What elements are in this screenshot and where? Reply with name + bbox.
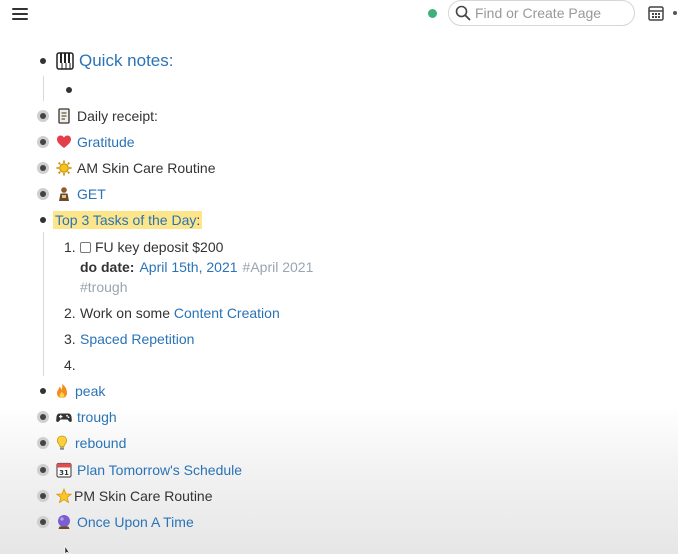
once-upon-a-time-link[interactable]: Once Upon A Time [77,514,194,530]
empty-bullet[interactable] [66,87,72,93]
peak-link[interactable]: peak [75,383,105,399]
block-once-upon-a-time[interactable]: Once Upon A Time [56,512,194,532]
block-plan-tomorrow[interactable]: 31 Plan Tomorrow's Schedule [56,460,242,480]
block-quick-notes[interactable]: Quick notes: [56,50,174,72]
do-date-row: do date: April 15th, 2021 #April 2021 [80,257,313,277]
star-icon [56,488,72,504]
piano-keys-icon [56,52,74,70]
pm-skin-care-label: PM Skin Care Routine [74,488,213,504]
trough-link[interactable]: trough [77,409,117,425]
task-number: 3. [64,331,76,347]
search-input[interactable] [475,4,625,22]
tag-april-2021[interactable]: #April 2021 [243,259,314,275]
rebound-link[interactable]: rebound [75,435,126,451]
svg-text:31: 31 [59,469,69,477]
bullet[interactable] [40,217,46,223]
top-3-tasks-highlight[interactable]: Top 3 Tasks of the Day: [53,211,203,229]
collapsed-bullet[interactable] [37,411,49,423]
block-trough[interactable]: trough [56,407,117,427]
task-number: 4. [64,357,76,373]
bullet[interactable] [40,58,46,64]
indent-guide [43,232,44,376]
task-text: FU key deposit $200 [95,239,224,255]
block-rebound[interactable]: rebound [54,433,126,453]
crystal-ball-icon [58,515,70,529]
spaced-repetition-link[interactable]: Spaced Repetition [80,331,194,347]
block-am-skin-care[interactable]: AM Skin Care Routine [56,158,216,178]
collapsed-bullet[interactable] [37,490,49,502]
tag-trough[interactable]: #trough [80,279,127,295]
block-daily-receipt[interactable]: Daily receipt: [56,106,158,126]
collapsed-bullet[interactable] [37,516,49,528]
do-date-link[interactable]: April 15th, 2021 [139,259,237,275]
am-skin-care-label: AM Skin Care Routine [77,160,216,176]
indent-guide [43,76,44,101]
collapsed-bullet[interactable] [37,437,49,449]
calendar-icon: 31 [56,462,72,478]
task-number: 1. [64,239,76,255]
task-item-1[interactable]: 1. FU key deposit $200 [64,237,223,257]
sun-icon [56,160,72,176]
game-controller-icon [56,413,72,423]
plan-tomorrow-link[interactable]: Plan Tomorrow's Schedule [77,462,242,478]
mouse-cursor-icon [64,546,71,554]
daily-receipt-label: Daily receipt: [77,108,158,124]
collapsed-bullet[interactable] [37,136,49,148]
quick-notes-heading[interactable]: Quick notes: [79,51,174,71]
todo-checkbox[interactable] [80,241,91,253]
get-link[interactable]: GET [77,186,106,202]
collapsed-bullet[interactable] [37,162,49,174]
block-gratitude[interactable]: Gratitude [56,132,135,152]
collapsed-bullet[interactable] [37,110,49,122]
collapsed-bullet[interactable] [37,464,49,476]
gratitude-link[interactable]: Gratitude [77,134,135,150]
top-3-tasks-colon: : [196,212,201,228]
task-number: 2. [64,305,76,321]
scroll-icon [58,108,70,124]
task-item-3[interactable]: 3. Spaced Repetition [64,329,194,349]
more-options-icon[interactable] [673,11,677,15]
task-item-2[interactable]: 2. Work on some Content Creation [64,303,280,323]
collapsed-bullet[interactable] [37,188,49,200]
block-peak[interactable]: peak [54,381,105,401]
do-date-label: do date: [80,259,135,275]
block-pm-skin-care[interactable]: PM Skin Care Routine [56,486,213,506]
block-get[interactable]: GET [56,184,106,204]
sync-status-indicator [428,9,437,18]
bullet[interactable] [40,388,46,394]
fire-icon [57,384,67,398]
search-icon [455,5,471,21]
task-item-4[interactable]: 4. [64,355,80,375]
heart-icon [57,135,71,148]
lightbulb-icon [56,435,68,450]
content-creation-link[interactable]: Content Creation [174,305,280,321]
search-box[interactable] [448,0,635,26]
do-date-row-2: #trough [80,277,127,297]
top-3-tasks-link[interactable]: Top 3 Tasks of the Day [55,212,196,228]
menu-icon[interactable] [12,5,28,21]
block-top-3-tasks[interactable]: Top 3 Tasks of the Day: [53,210,203,230]
top-bar [0,0,678,30]
person-icon [59,187,69,201]
task-text: Work on some [80,305,174,321]
calendar-icon[interactable] [648,5,664,21]
